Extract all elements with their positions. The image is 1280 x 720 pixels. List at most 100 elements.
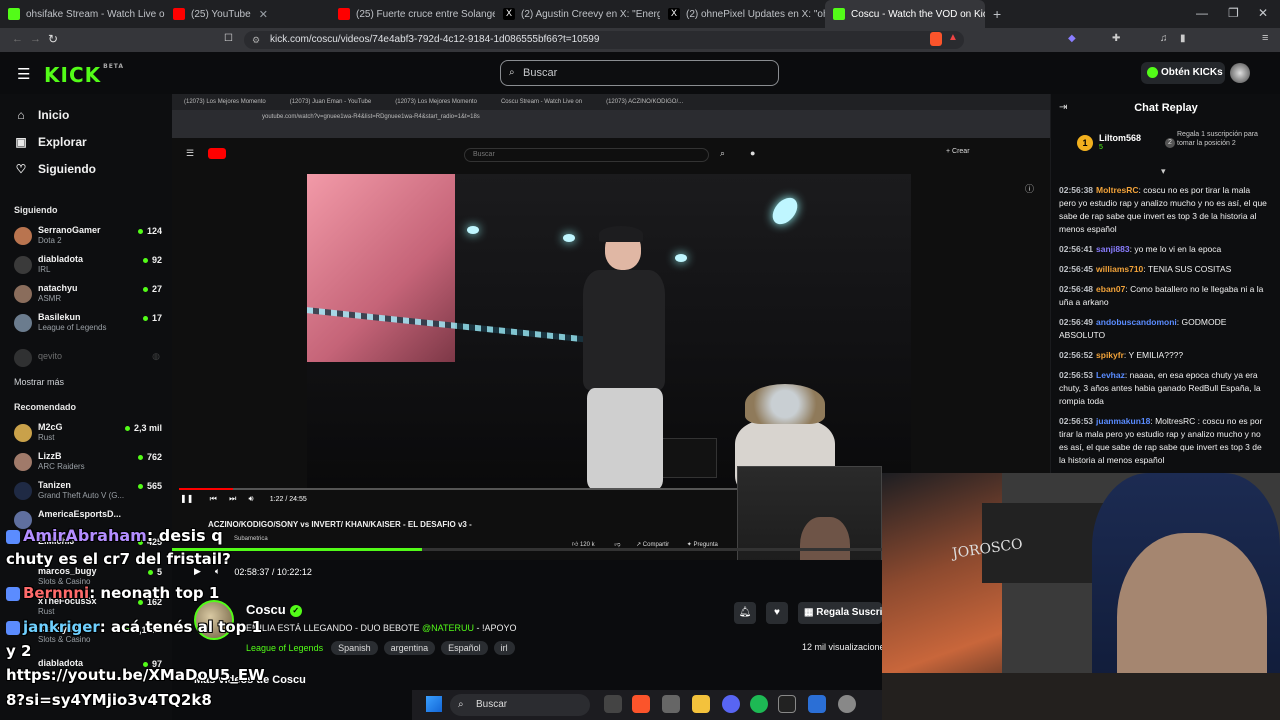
shared-url-bar: youtube.com/watch?v=gnuee1wa-R4&list=RDg…: [172, 110, 1050, 124]
stage-screen: [307, 174, 455, 362]
url-bar[interactable]: ⚙ kick.com/coscu/videos/74e4abf3-792d-4c…: [244, 31, 964, 49]
overlay-chat-line: AmirAbraham: desis q: [6, 526, 223, 545]
nav-browse[interactable]: ▣ Explorar: [14, 135, 86, 149]
message-user[interactable]: williams710: [1096, 264, 1143, 274]
tag-pill[interactable]: irl: [493, 641, 515, 655]
message-user[interactable]: spikyfr: [1096, 350, 1124, 360]
shared-tab: (12073) Los Mejores Momento: [395, 99, 477, 105]
chevron-down-icon[interactable]: ▾: [1161, 166, 1166, 177]
sidebar-channel[interactable]: Tanizen Grand Theft Auto V (G... 565: [14, 478, 164, 504]
viewer-count: 124: [138, 226, 162, 236]
tag-pill[interactable]: Spanish: [331, 641, 378, 655]
chat-message: 02:56:41 sanji883: yo me lo vi en la epoc…: [1059, 244, 1222, 254]
new-tab-button[interactable]: +: [985, 0, 1009, 28]
channel-name: LizzB: [38, 451, 62, 461]
show-more-link[interactable]: Mostrar más: [14, 377, 64, 387]
user-avatar[interactable]: [1230, 63, 1250, 83]
leaderboard-user[interactable]: Liltom568: [1099, 133, 1141, 143]
overlay-chat-text: acá tenés al top 1: [111, 618, 263, 636]
message-user[interactable]: sanji883: [1096, 244, 1130, 254]
close-window-button[interactable]: ✕: [1258, 6, 1268, 20]
sidebar-toggle-icon[interactable]: ▮: [1180, 33, 1186, 44]
avatar: [14, 349, 32, 367]
browser-tab[interactable]: X(2) ohnePixel Updates en X: "ohnePi✕: [660, 0, 825, 28]
overlay-chat-line: chuty es el cr7 del fristail?: [6, 550, 231, 568]
nav-following[interactable]: ♡ Siguiendo: [14, 162, 96, 176]
message-user[interactable]: juanmakun18: [1096, 416, 1150, 426]
youtube-logo-icon: [208, 148, 226, 159]
chat-panel: ⇥ Chat Replay 1 Liltom568 5 Regala 1 sus…: [1050, 94, 1280, 474]
menu-icon[interactable]: ≡: [1262, 32, 1268, 44]
back-icon[interactable]: ←: [12, 33, 23, 45]
message-user[interactable]: andobuscandomoni: [1096, 317, 1177, 327]
browse-icon: ▣: [15, 135, 27, 149]
gift-subs-button[interactable]: ▦ Regala Suscripciones: [798, 602, 882, 624]
category-link[interactable]: League of Legends: [246, 643, 323, 653]
message-user[interactable]: Levhaz: [1096, 370, 1125, 380]
maximize-button[interactable]: ❐: [1228, 6, 1239, 20]
reload-icon[interactable]: ↻: [48, 32, 58, 46]
browser-tab[interactable]: (25) YouTube ✕: [165, 0, 330, 28]
notification-bell-button[interactable]: 🔔︎: [734, 602, 756, 624]
extensions-puzzle-icon[interactable]: ✚: [1112, 33, 1120, 44]
shared-url-text: youtube.com/watch?v=gnuee1wa-R4&list=RDg…: [262, 114, 480, 120]
tab-label: Coscu - Watch the VOD on Kick: [851, 8, 985, 20]
gift-icon: ▦: [804, 607, 814, 618]
tag-pill[interactable]: Español: [441, 641, 488, 655]
site-info-icon[interactable]: ⚙: [252, 31, 260, 49]
sidebar-channel[interactable]: M2cG Rust 2,3 mil: [14, 420, 164, 446]
brave-shield-icon[interactable]: [930, 32, 942, 46]
browser-tab[interactable]: ohsifake Stream - Watch Live on✕: [0, 0, 165, 28]
sidebar-channel[interactable]: diabladota IRL 92: [14, 252, 164, 278]
browser-tab[interactable]: (25) Fuerte cruce entre Solange y Ma✕: [330, 0, 495, 28]
sidebar-channel-offline[interactable]: qevito ◍: [14, 345, 164, 371]
nav-home[interactable]: ⌂ Inicio: [14, 108, 69, 122]
shared-bookmarks-bar: [172, 124, 1050, 138]
youtube-channel-name: Subametrica: [234, 536, 268, 542]
hamburger-menu-icon[interactable]: ☰: [17, 65, 30, 83]
streamer-name[interactable]: Coscu ✓: [246, 602, 302, 617]
message-user[interactable]: eban07: [1096, 284, 1125, 294]
sidebar-channel[interactable]: Basilekun League of Legends 17: [14, 310, 164, 336]
chat-message: 02:56:52 spikyfr: Y EMILIA????: [1059, 350, 1184, 360]
x-favicon-icon: X: [503, 8, 515, 20]
media-icon[interactable]: ♫: [1160, 33, 1168, 44]
minimize-button[interactable]: —: [1196, 6, 1208, 20]
follow-heart-button[interactable]: ♥: [766, 602, 788, 624]
channel-category: Dota 2: [38, 236, 62, 245]
message-user[interactable]: MoltresRC: [1096, 185, 1139, 195]
rewards-icon[interactable]: ▲: [948, 32, 958, 43]
message-text: yo me lo vi en la epoca: [1134, 244, 1222, 254]
windows-start-icon: [426, 696, 442, 712]
message-time: 02:56:52: [1059, 350, 1094, 360]
gift-prompt[interactable]: Regala 1 suscripción para tomar la posic…: [1177, 130, 1275, 148]
chat-message: 02:56:53 Levhaz: naaaa, en esa epoca chut…: [1059, 370, 1261, 406]
bookmark-icon[interactable]: ☐: [224, 33, 233, 44]
tag-pill[interactable]: argentina: [383, 641, 436, 655]
app-icon: [662, 695, 680, 713]
overlay-chat-user: jankriger: [23, 618, 100, 636]
channel-category: Rust: [38, 607, 55, 616]
viewer-count: 2,3 mil: [125, 423, 162, 433]
get-kicks-label: Obtén KICKs: [1161, 67, 1223, 78]
overlay-chat-line: jankriger: acá tenés al top 1: [6, 618, 262, 636]
view-count: 12 mil visualizaciones: [802, 642, 890, 652]
heart-icon: ♡: [15, 162, 27, 176]
browser-tab[interactable]: X(2) Agustin Creevy en X: "Energía tira✕: [495, 0, 660, 28]
forward-icon[interactable]: →: [30, 33, 41, 45]
sidebar-channel[interactable]: LizzB ARC Raiders 762: [14, 449, 164, 475]
message-text: Y EMILIA????: [1128, 350, 1184, 360]
vod-current-time: 02:58:37: [234, 566, 270, 577]
mention-link[interactable]: @NATERUU: [422, 623, 474, 633]
browser-tab-active[interactable]: Coscu - Watch the VOD on Kick✕: [825, 0, 985, 28]
tab-label: (2) ohnePixel Updates en X: "ohnePi: [686, 8, 825, 20]
tab-label: (25) Fuerte cruce entre Solange y Ma: [356, 8, 495, 20]
close-icon[interactable]: ✕: [259, 8, 268, 21]
extension-icon[interactable]: ◆: [1068, 33, 1076, 44]
sidebar-channel[interactable]: SerranoGamer Dota 2 124: [14, 223, 164, 249]
avatar: [14, 314, 32, 332]
get-kicks-button[interactable]: Obtén KICKs: [1141, 62, 1225, 84]
search-input[interactable]: ⌕ Buscar: [500, 60, 779, 86]
sidebar-channel[interactable]: natachyu ASMR 27: [14, 281, 164, 307]
kick-logo[interactable]: KICK BETA: [44, 63, 124, 87]
